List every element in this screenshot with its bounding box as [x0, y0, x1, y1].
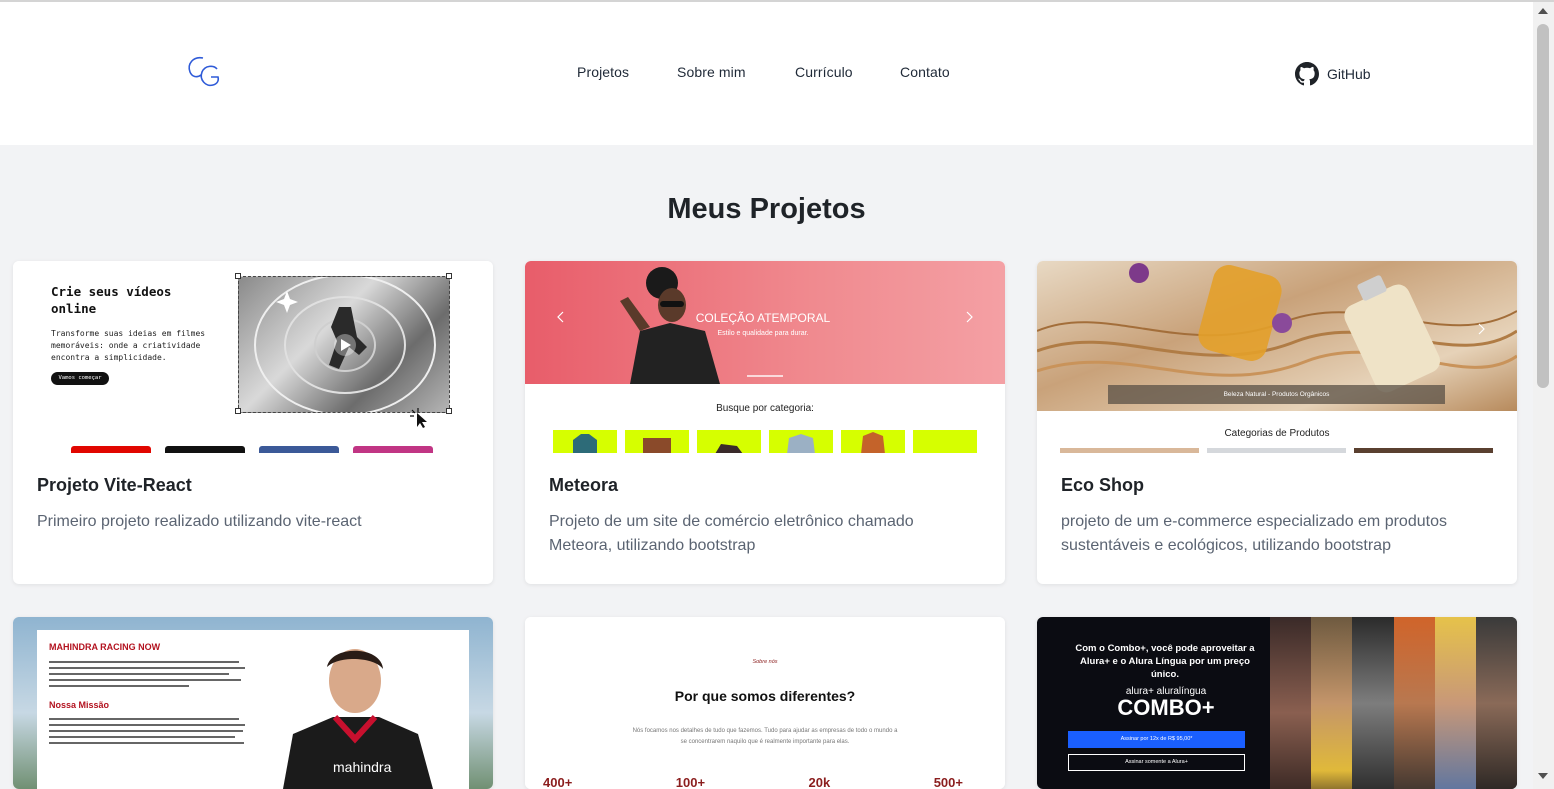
- preview-chip: [71, 446, 151, 453]
- preview-heading: Crie seus vídeos online: [51, 284, 172, 316]
- resize-handle: [446, 408, 452, 414]
- preview-subtext: Nós focamos nos detalhes de tudo que faz…: [632, 728, 898, 745]
- preview-chip: [353, 446, 433, 453]
- resize-handle: [446, 273, 452, 279]
- preview-category-images: [1060, 448, 1493, 453]
- github-icon: [1295, 62, 1319, 86]
- project-thumbnail[interactable]: Com o Combo+, você pode aproveitar a Alu…: [1037, 617, 1517, 789]
- chevron-right-icon: [966, 311, 973, 323]
- preview-hero-subtitle: Estilo e qualidade para durar.: [717, 330, 809, 337]
- project-card-eco-shop[interactable]: Beleza Natural - Produtos Orgânicos Cate…: [1037, 261, 1517, 584]
- nav-sobre-mim[interactable]: Sobre mim: [677, 64, 746, 80]
- person-photo: [1434, 617, 1476, 789]
- project-card-meteora[interactable]: COLEÇÃO ATEMPORAL Estilo e qualidade par…: [525, 261, 1005, 584]
- preview-paragraph: [49, 718, 249, 748]
- category-tile: [913, 430, 977, 453]
- project-thumbnail[interactable]: Sobre nós Por que somos diferentes? Nós …: [525, 617, 1005, 789]
- preview-stat: 500+: [933, 775, 963, 789]
- shirt-icon: [573, 434, 597, 453]
- project-title: Meteora: [549, 475, 619, 495]
- project-card-mahindra[interactable]: MAHINDRA RACING NOW Nossa Missão mahindr…: [13, 617, 493, 789]
- chevron-left-icon: [557, 311, 564, 323]
- bag-icon: [643, 438, 671, 453]
- project-thumbnail[interactable]: Beleza Natural - Produtos Orgânicos Cate…: [1037, 261, 1517, 453]
- project-thumbnail[interactable]: MAHINDRA RACING NOW Nossa Missão mahindr…: [13, 617, 493, 789]
- site-header: Projetos Sobre mim Currículo Contato Git…: [0, 2, 1533, 145]
- preview-stat: 100+: [675, 775, 706, 789]
- scroll-up-arrow-icon[interactable]: [1538, 8, 1548, 14]
- preview-banner-caption: Beleza Natural - Produtos Orgânicos: [1108, 385, 1445, 404]
- preview-heading: Com o Combo+, você pode aproveitar a Alu…: [1075, 643, 1255, 680]
- project-description: projeto de um e-commerce especializado e…: [1061, 513, 1447, 554]
- preview-paragraph: [49, 661, 249, 691]
- driver-photo-icon: mahindra: [283, 649, 433, 789]
- preview-button: Vamos começar: [51, 372, 109, 385]
- shoe-icon: [715, 444, 743, 453]
- preview-eyebrow: Sobre nós: [752, 659, 778, 665]
- person-photo: [1393, 617, 1435, 789]
- preview-hero-banner: Beleza Natural - Produtos Orgânicos: [1037, 261, 1517, 411]
- person-photo: [1311, 617, 1353, 789]
- preview-chip: [259, 446, 339, 453]
- preview-subtext: Transforme suas ideias em filmes memoráv…: [51, 329, 206, 362]
- chevron-right-icon: [1478, 323, 1485, 335]
- project-description: Projeto de um site de comércio eletrônic…: [549, 513, 914, 554]
- coat-icon: [861, 432, 885, 453]
- project-description: Primeiro projeto realizado utilizando vi…: [37, 513, 362, 530]
- preview-hero-title: COLEÇÃO ATEMPORAL: [695, 311, 831, 325]
- section-title: Meus Projetos: [667, 193, 866, 225]
- project-title: Eco Shop: [1061, 475, 1145, 495]
- preview-secondary-cta: Assinar somente a Alura+: [1068, 754, 1245, 771]
- preview-section-heading: Nossa Missão: [49, 700, 110, 710]
- project-thumbnail[interactable]: Crie seus vídeos online Transforme suas …: [13, 261, 493, 453]
- project-card-vite-react[interactable]: Crie seus vídeos online Transforme suas …: [13, 261, 493, 584]
- preview-combo-title: COMBO+: [1117, 695, 1215, 720]
- category-image: [1354, 448, 1493, 453]
- person-photo: [1270, 617, 1312, 789]
- scrollbar-thumb[interactable]: [1537, 24, 1549, 388]
- preview-category-tiles: [553, 430, 977, 453]
- category-tile: [769, 430, 833, 453]
- person-photo: [1475, 617, 1517, 789]
- category-image: [1060, 448, 1199, 453]
- scroll-down-arrow-icon[interactable]: [1538, 773, 1548, 779]
- project-card-sobre-nos[interactable]: Sobre nós Por que somos diferentes? Nós …: [525, 617, 1005, 789]
- svg-text:mahindra: mahindra: [333, 759, 392, 775]
- category-tile: [697, 430, 761, 453]
- github-link[interactable]: GitHub: [1295, 61, 1371, 87]
- preview-people-photos: [1270, 617, 1517, 789]
- tunnel-image-icon: [254, 277, 436, 412]
- preview-hero-banner: COLEÇÃO ATEMPORAL Estilo e qualidade par…: [525, 261, 1005, 384]
- project-card-alura-combo[interactable]: Com o Combo+, você pode aproveitar a Alu…: [1037, 617, 1517, 789]
- page-scrollbar[interactable]: [1533, 2, 1554, 789]
- preview-stat: 400+: [543, 775, 573, 789]
- category-tile: [553, 430, 617, 453]
- preview-stats: 400+ 100+ 20k 500+: [543, 775, 963, 789]
- github-label: GitHub: [1327, 66, 1371, 82]
- person-photo: [1352, 617, 1394, 789]
- resize-handle: [235, 273, 241, 279]
- preview-chips: [71, 446, 433, 453]
- preview-stat: 20k: [808, 775, 831, 789]
- jacket-icon: [787, 434, 815, 453]
- preview-chip: [165, 446, 245, 453]
- preview-video-frame: [238, 276, 450, 413]
- nav-contato[interactable]: Contato: [900, 64, 950, 80]
- preview-category-label: Busque por categoria:: [716, 403, 814, 414]
- category-tile: [625, 430, 689, 453]
- preview-category-label: Categorias de Produtos: [1224, 428, 1330, 439]
- carousel-indicators: [747, 375, 783, 377]
- preview-heading: MAHINDRA RACING NOW: [49, 642, 161, 652]
- category-tile: [841, 430, 905, 453]
- project-title: Projeto Vite-React: [37, 475, 192, 495]
- preview-primary-cta: Assinar por 12x de R$ 95,00*: [1068, 731, 1245, 748]
- project-thumbnail[interactable]: COLEÇÃO ATEMPORAL Estilo e qualidade par…: [525, 261, 1005, 453]
- resize-handle: [235, 408, 241, 414]
- nav-projetos[interactable]: Projetos: [577, 64, 629, 80]
- nav-curriculo[interactable]: Currículo: [795, 64, 853, 80]
- category-image: [1207, 448, 1346, 453]
- preview-heading: Por que somos diferentes?: [674, 688, 856, 704]
- cursor-click-icon: [410, 408, 427, 428]
